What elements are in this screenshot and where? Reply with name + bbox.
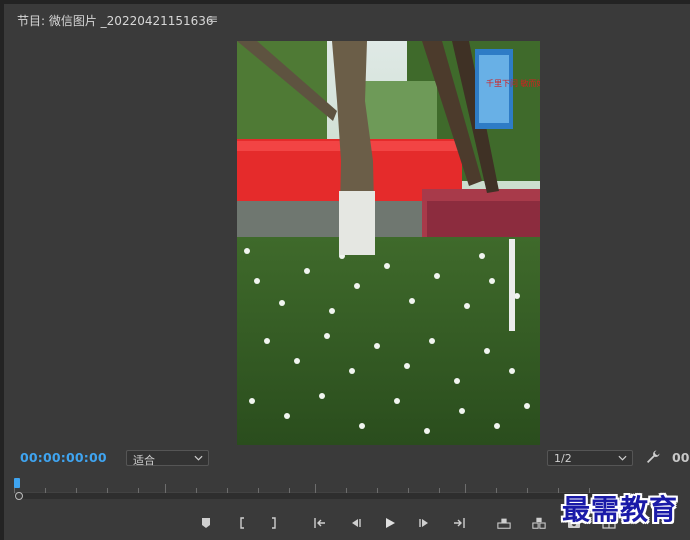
add-marker-button[interactable] bbox=[195, 512, 217, 534]
marker-icon bbox=[202, 518, 210, 528]
fit-dropdown[interactable]: 适合 bbox=[126, 450, 209, 467]
go-to-in-button[interactable] bbox=[309, 512, 331, 534]
chevron-down-icon bbox=[618, 455, 627, 461]
time-ruler[interactable] bbox=[14, 480, 610, 494]
mark-in-icon bbox=[240, 517, 244, 529]
play-icon bbox=[386, 518, 395, 528]
resolution-label: 1/2 bbox=[554, 452, 572, 465]
program-viewer[interactable]: 千里下问 敏而好学 bbox=[237, 41, 540, 445]
mark-out-button[interactable] bbox=[263, 512, 285, 534]
fit-label: 适合 bbox=[133, 454, 155, 467]
wrench-icon[interactable] bbox=[645, 449, 661, 465]
go-to-out-button[interactable] bbox=[448, 512, 470, 534]
banner-text: 千里下问 敏而好学 bbox=[486, 78, 540, 88]
lift-icon bbox=[497, 518, 511, 529]
step-back-button[interactable] bbox=[344, 512, 366, 534]
mark-in-button[interactable] bbox=[231, 512, 253, 534]
resolution-dropdown[interactable]: 1/2 bbox=[547, 450, 633, 466]
duration-timecode: 00 bbox=[672, 450, 690, 465]
video-frame: 千里下问 敏而好学 bbox=[237, 41, 540, 445]
play-button[interactable] bbox=[379, 512, 401, 534]
step-forward-icon bbox=[419, 519, 428, 527]
zoom-scrollbar[interactable] bbox=[14, 493, 610, 499]
step-forward-button[interactable] bbox=[414, 512, 436, 534]
watermark-logo: 最需教育 bbox=[562, 493, 679, 526]
extract-icon bbox=[532, 517, 546, 529]
playhead[interactable] bbox=[14, 478, 20, 488]
mark-out-icon bbox=[272, 517, 276, 529]
scrollbar-handle[interactable] bbox=[15, 492, 23, 500]
extract-button[interactable] bbox=[528, 512, 550, 534]
panel-title[interactable]: 节目: 微信图片 _20220421151636 bbox=[17, 12, 214, 29]
go-to-out-icon bbox=[454, 518, 465, 528]
go-to-in-icon bbox=[314, 518, 325, 528]
current-timecode[interactable]: 00:00:00:00 bbox=[20, 450, 107, 465]
step-back-icon bbox=[352, 519, 361, 527]
lift-button[interactable] bbox=[493, 512, 515, 534]
chevron-down-icon bbox=[194, 455, 203, 461]
hamburger-icon[interactable]: ≡ bbox=[208, 12, 218, 26]
